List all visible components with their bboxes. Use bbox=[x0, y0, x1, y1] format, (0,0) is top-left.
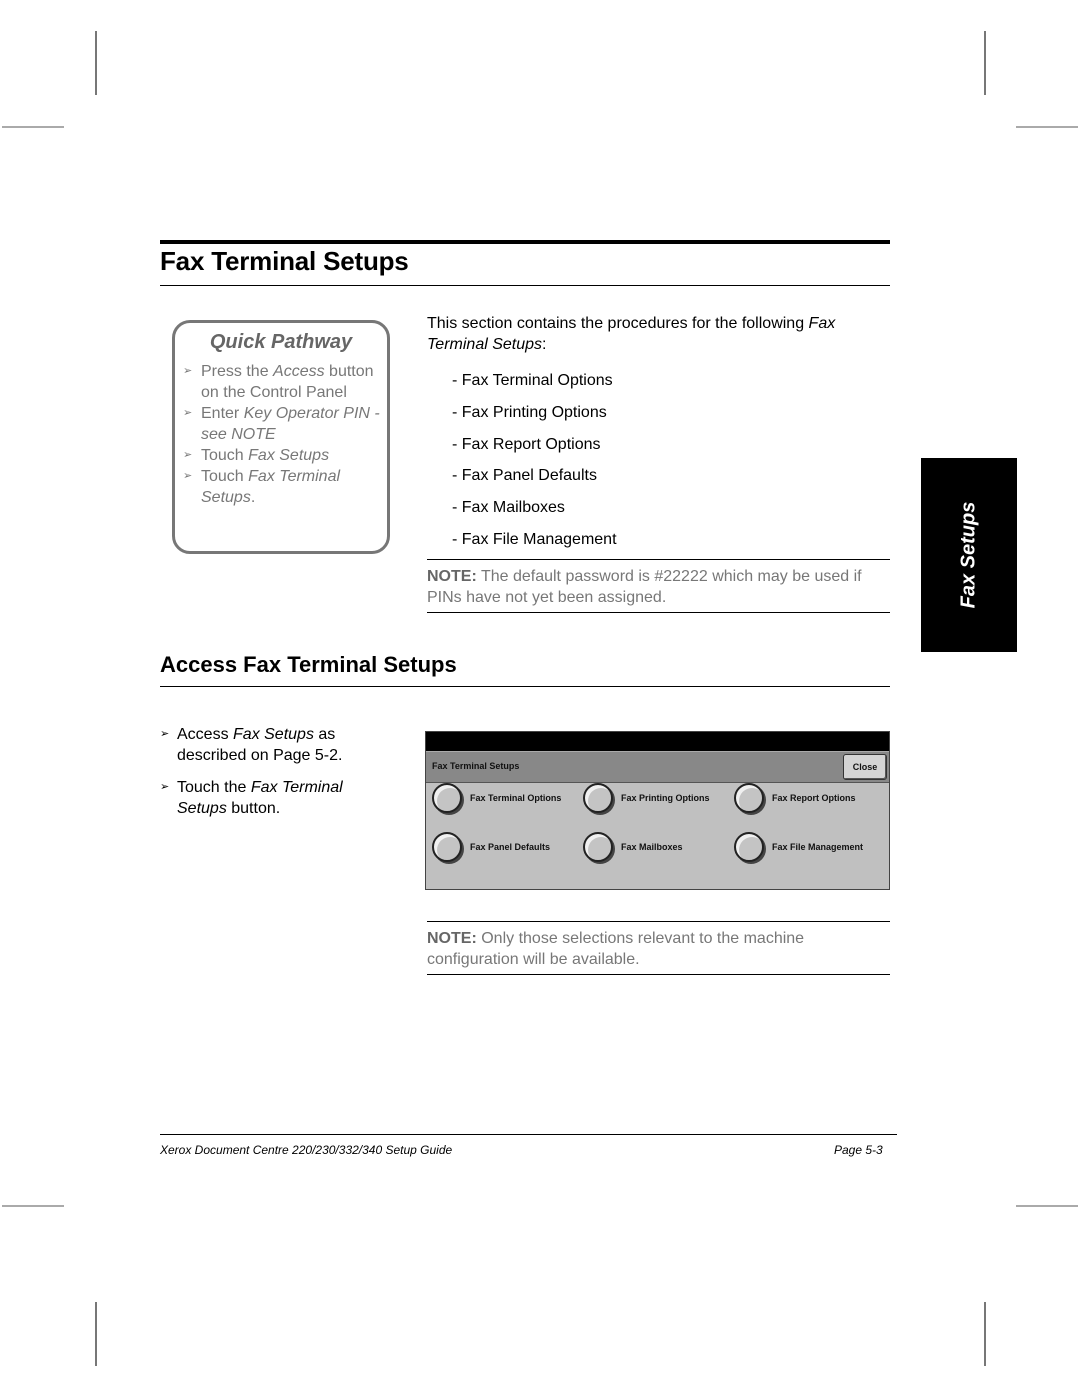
close-button[interactable]: Close bbox=[843, 754, 887, 780]
option-label: Fax Panel Defaults bbox=[470, 842, 551, 852]
page-title: Fax Terminal Setups bbox=[160, 246, 409, 276]
option-label: Fax Report Options bbox=[772, 793, 856, 803]
screen-title: Fax Terminal Setups bbox=[432, 761, 520, 771]
quick-pathway-title: Quick Pathway bbox=[209, 331, 353, 353]
step-item: ➢ Touch the Fax Terminal Setups button. bbox=[160, 777, 390, 819]
note-rule bbox=[427, 921, 890, 922]
arrow-bullet-icon: ➢ bbox=[160, 728, 170, 740]
step-text: . bbox=[250, 489, 256, 506]
option-label: Fax Mailboxes bbox=[621, 842, 683, 852]
crop-mark bbox=[2, 1205, 64, 1207]
step-item: ➢ Press the Access button on the Control … bbox=[183, 361, 383, 403]
crop-mark bbox=[1016, 126, 1078, 128]
round-button-icon bbox=[583, 832, 613, 862]
note-rule bbox=[427, 559, 890, 560]
note-rule bbox=[427, 974, 890, 975]
screen-top-bar bbox=[426, 732, 889, 751]
arrow-bullet-icon: ➢ bbox=[183, 449, 193, 461]
crop-mark bbox=[95, 1302, 97, 1366]
step-item: ➢ Enter Key Operator PIN - see NOTE bbox=[183, 403, 383, 445]
option-button[interactable]: Fax Mailboxes bbox=[583, 832, 683, 862]
round-button-icon bbox=[583, 783, 613, 813]
crop-mark bbox=[984, 31, 986, 95]
intro-text: This section contains the procedures for… bbox=[427, 313, 887, 355]
round-button-icon bbox=[734, 783, 764, 813]
crop-mark bbox=[2, 126, 64, 128]
option-button[interactable]: Fax Terminal Options bbox=[432, 783, 561, 813]
step-text: Touch the bbox=[177, 779, 251, 796]
footer-rule bbox=[160, 1134, 897, 1135]
procedure-item: - Fax File Management bbox=[452, 530, 617, 548]
note-selections: NOTE: Only those selections relevant to … bbox=[427, 928, 890, 970]
step-emphasis: Fax Setups bbox=[248, 447, 330, 464]
round-button-icon bbox=[432, 832, 462, 862]
procedure-item: - Fax Terminal Options bbox=[452, 372, 613, 389]
procedure-item: - Fax Report Options bbox=[452, 435, 601, 453]
note-label: NOTE: bbox=[427, 930, 477, 947]
option-button[interactable]: Fax Report Options bbox=[734, 783, 856, 813]
option-button[interactable]: Fax Panel Defaults bbox=[432, 832, 550, 862]
section-rule bbox=[160, 686, 890, 687]
touchscreen-image: Fax Terminal Setups Close Fax Terminal O… bbox=[425, 731, 890, 890]
step-text: Touch bbox=[201, 447, 249, 464]
arrow-bullet-icon: ➢ bbox=[160, 781, 170, 793]
option-label: Fax File Management bbox=[772, 842, 864, 852]
screen-title-bar: Fax Terminal Setups Close bbox=[426, 751, 889, 783]
step-item: ➢ Access Fax Setups as described on Page … bbox=[160, 724, 390, 766]
step-text: Enter bbox=[201, 405, 244, 422]
intro-pre: This section contains the procedures for… bbox=[427, 315, 809, 332]
section-tab: Fax Setups bbox=[921, 458, 1017, 652]
note-text: The default password is #22222 which may… bbox=[427, 568, 862, 606]
option-label: Fax Printing Options bbox=[621, 793, 710, 803]
option-label: Fax Terminal Options bbox=[470, 793, 562, 803]
step-text: button. bbox=[226, 800, 281, 817]
arrow-bullet-icon: ➢ bbox=[183, 470, 193, 482]
note-rule bbox=[427, 612, 890, 613]
round-button-icon bbox=[734, 832, 764, 862]
step-item: ➢ Touch Fax Setups bbox=[183, 445, 383, 466]
step-emphasis: Access bbox=[273, 363, 325, 380]
title-underline bbox=[160, 285, 890, 286]
step-emphasis: Fax Setups bbox=[233, 726, 314, 743]
quick-pathway-steps: ➢ Press the Access button on the Control … bbox=[183, 361, 383, 508]
step-item: ➢ Touch Fax Terminal Setups. bbox=[183, 466, 383, 508]
note-text: Only those selections relevant to the ma… bbox=[427, 930, 805, 968]
crop-mark bbox=[1016, 1205, 1078, 1207]
option-button[interactable]: Fax Printing Options bbox=[583, 783, 710, 813]
step-text: Press the bbox=[201, 363, 274, 380]
arrow-bullet-icon: ➢ bbox=[183, 365, 193, 377]
procedure-item: - Fax Panel Defaults bbox=[452, 467, 597, 485]
procedure-list: - Fax Terminal Options - Fax Printing Opt… bbox=[452, 365, 617, 556]
arrow-bullet-icon: ➢ bbox=[183, 407, 193, 419]
note-default-password: NOTE: The default password is #22222 whi… bbox=[427, 566, 890, 608]
footer-guide-title: Xerox Document Centre 220/230/332/340 Se… bbox=[160, 1143, 453, 1157]
crop-mark bbox=[95, 31, 97, 95]
intro-post: : bbox=[542, 336, 547, 353]
crop-mark bbox=[984, 1302, 986, 1366]
procedure-item: - Fax Mailboxes bbox=[452, 499, 565, 517]
round-button-icon bbox=[432, 783, 462, 813]
step-text: Touch bbox=[201, 468, 249, 485]
access-steps: ➢ Access Fax Setups as described on Page … bbox=[160, 724, 390, 830]
section-tab-label: Fax Setups bbox=[957, 501, 980, 609]
option-button[interactable]: Fax File Management bbox=[734, 832, 863, 862]
quick-pathway-box: Quick Pathway ➢ Press the Access button o… bbox=[172, 320, 390, 554]
section-heading: Access Fax Terminal Setups bbox=[160, 652, 457, 677]
procedure-item: - Fax Printing Options bbox=[452, 403, 607, 421]
note-label: NOTE: bbox=[427, 568, 477, 585]
footer-page-number: Page 5-3 bbox=[834, 1143, 883, 1157]
step-text: Access bbox=[177, 726, 234, 743]
title-rule bbox=[160, 240, 890, 244]
